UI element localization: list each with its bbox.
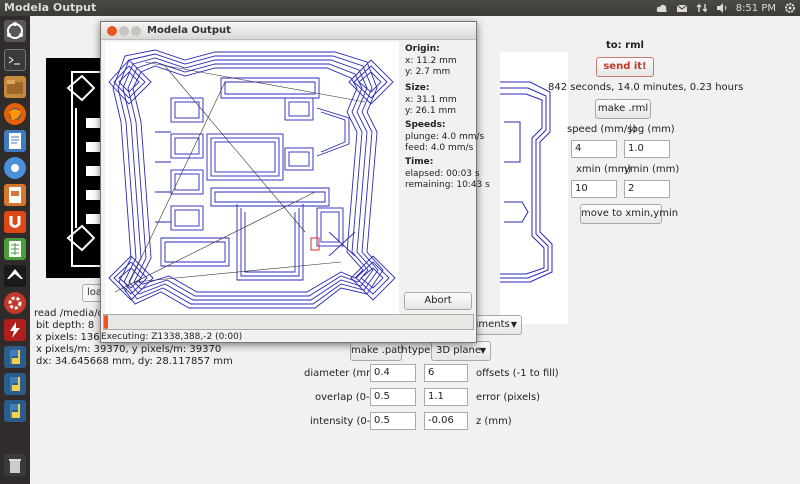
elapsed-time: elapsed: 00:03 s (405, 169, 480, 179)
modela-window-title: Modela Output (147, 25, 231, 36)
plunge-speed: plunge: 4.0 mm/s (405, 132, 485, 142)
error-input[interactable]: 1.1 (424, 388, 468, 406)
ymin-input[interactable]: 2 (624, 180, 670, 198)
files-icon[interactable] (4, 76, 26, 98)
speeds-label: Speeds: (405, 120, 446, 130)
modela-output-window: Modela Output Origin: x: 11.2 mm y: 2.7 … (100, 21, 490, 343)
remaining-time: remaining: 10:43 s (405, 180, 490, 190)
ymin-label: ymin (mm) (624, 164, 680, 175)
bit-depth-info: bit depth: 8 (36, 320, 95, 331)
make-path-button[interactable]: make .path (350, 341, 408, 361)
size-label: Size: (405, 83, 430, 93)
offsets-label: offsets (-1 to fill) (476, 368, 559, 379)
top-menu-bar: Modela Output 8:51 PM (0, 0, 800, 16)
jog-label: jog (mm) (629, 124, 675, 135)
mail-icon[interactable] (676, 3, 688, 13)
time-label: Time: (405, 157, 434, 167)
clock[interactable]: 8:51 PM (736, 3, 776, 14)
firefox-icon[interactable] (4, 103, 26, 125)
xmin-input[interactable]: 10 (571, 180, 617, 198)
speed-input[interactable]: 4 (571, 140, 617, 158)
origin-label: Origin: (405, 44, 440, 54)
flash-icon[interactable] (4, 319, 26, 341)
pixels-per-meter-info: x pixels/m: 39370, y pixels/m: 39370 (36, 344, 222, 355)
terminal-icon[interactable] (4, 49, 26, 71)
calc-icon[interactable] (4, 238, 26, 260)
impress-icon[interactable] (4, 184, 26, 206)
inkscape-icon[interactable] (4, 265, 26, 287)
size-y: y: 26.1 mm (405, 106, 456, 116)
z-input[interactable]: -0.06 (424, 412, 468, 430)
python-icon[interactable] (4, 346, 26, 368)
minimize-icon[interactable] (119, 26, 129, 36)
execution-status: Executing: Z1338,388,-2 (0:00) (101, 332, 243, 342)
modela-titlebar[interactable]: Modela Output (101, 22, 476, 40)
type-label: type: (408, 345, 434, 356)
output-format-label: to: rml (606, 40, 644, 51)
ubuntu-one-icon[interactable] (4, 211, 26, 233)
offsets-input[interactable]: 6 (424, 364, 468, 382)
maximize-icon[interactable] (131, 26, 141, 36)
abort-button[interactable]: Abort (404, 292, 472, 310)
move-to-xmin-ymin-button[interactable]: move to xmin,ymin (580, 204, 678, 224)
speed-label: speed (mm/s) (567, 124, 637, 135)
chevron-down-icon: ▼ (479, 346, 486, 355)
settings-icon[interactable] (4, 292, 26, 314)
type-select[interactable]: 3D plane ▼ (431, 341, 491, 361)
toolpath-canvas (105, 42, 399, 328)
gear-icon[interactable] (784, 2, 796, 14)
overlap-input[interactable]: 0.5 (370, 388, 416, 406)
volume-icon[interactable] (716, 3, 728, 13)
xmin-label: xmin (mm) (576, 164, 632, 175)
job-progress-bar (103, 314, 474, 330)
writer-icon[interactable] (4, 130, 26, 152)
python-icon[interactable] (4, 373, 26, 395)
trash-icon[interactable] (4, 454, 26, 476)
python-icon[interactable] (4, 400, 26, 422)
window-title: Modela Output (4, 1, 97, 14)
ubuntu-dash-icon[interactable] (4, 20, 26, 42)
job-time-estimate: 842 seconds, 14.0 minutes, 0.23 hours (548, 82, 744, 93)
jog-input[interactable]: 1.0 (624, 140, 670, 158)
intensity-input[interactable]: 0.5 (370, 412, 416, 430)
system-tray: 8:51 PM (656, 0, 796, 16)
origin-y: y: 2.7 mm (405, 67, 451, 77)
feed-speed: feed: 4.0 mm/s (405, 143, 474, 153)
close-icon[interactable] (107, 26, 117, 36)
job-progress-fill (104, 315, 109, 329)
error-label: error (pixels) (476, 392, 541, 403)
network-icon[interactable] (696, 2, 708, 14)
launcher (0, 16, 30, 484)
diameter-label: diameter (mm) (304, 368, 380, 379)
origin-x: x: 11.2 mm (405, 56, 457, 66)
make-rml-button[interactable]: make .rml (595, 99, 651, 119)
dx-dy-info: dx: 34.645668 mm, dy: 28.117857 mm (36, 356, 233, 367)
size-x: x: 31.1 mm (405, 95, 457, 105)
diameter-input[interactable]: 0.4 (370, 364, 416, 382)
z-label: z (mm) (476, 416, 512, 427)
chevron-down-icon: ▼ (510, 320, 517, 329)
send-it-button[interactable]: send it! (596, 57, 654, 77)
chromium-icon[interactable] (4, 157, 26, 179)
cloud-icon[interactable] (656, 3, 668, 13)
